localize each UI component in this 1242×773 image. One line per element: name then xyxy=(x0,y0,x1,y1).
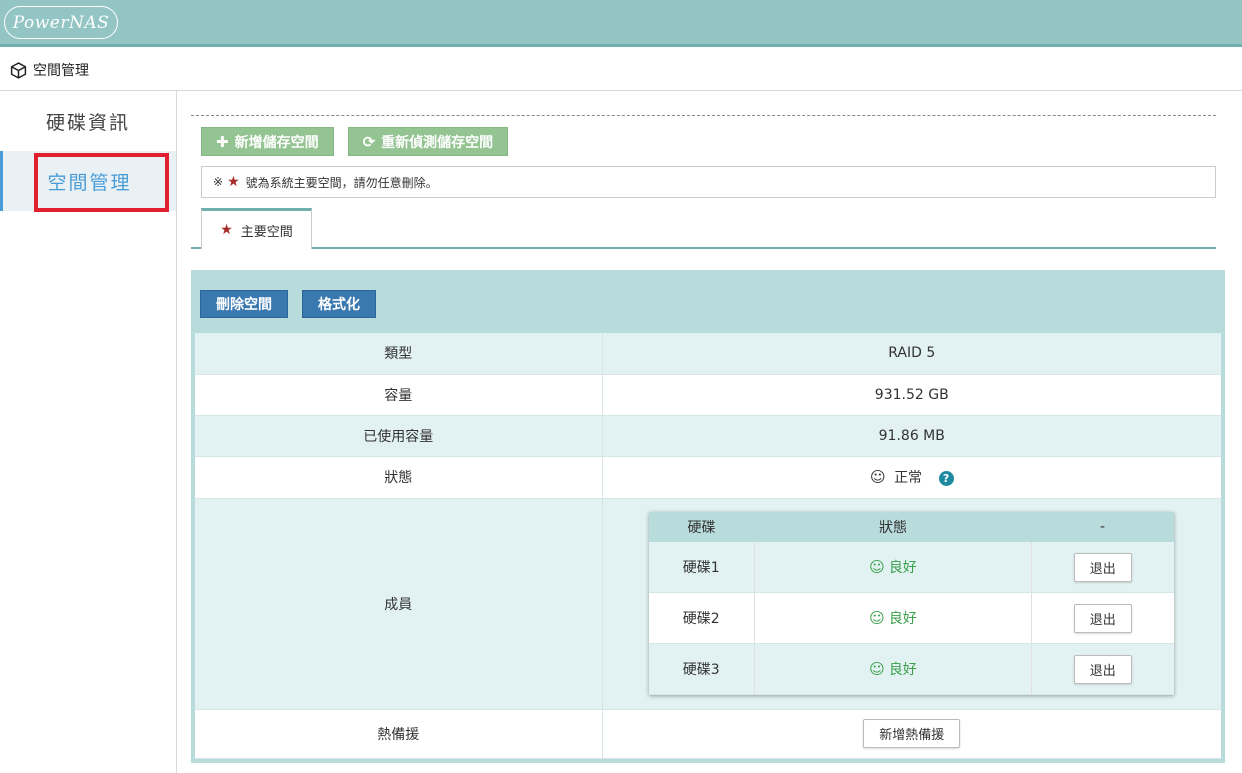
member-disk: 硬碟2 xyxy=(648,592,755,645)
member-row: 硬碟3 ☺ 良好 退出 xyxy=(648,643,1174,696)
rescan-storage-button[interactable]: ⟳ 重新偵測儲存空間 xyxy=(347,127,509,156)
members-header-row: 硬碟 狀態 - xyxy=(648,511,1174,542)
member-status-text: 良好 xyxy=(888,662,917,679)
sidebar-item-space-management[interactable]: 空間管理 xyxy=(0,151,176,212)
members-header-action: - xyxy=(1031,511,1174,542)
add-hotspare-button[interactable]: 新增熱備援 xyxy=(863,719,961,748)
member-status: ☺ 良好 xyxy=(754,643,1032,696)
member-status-text: 良好 xyxy=(888,560,917,576)
exit-button[interactable]: 退出 xyxy=(1073,603,1132,633)
type-label: 類型 xyxy=(195,333,603,375)
members-label: 成員 xyxy=(195,498,603,710)
members-header-status: 狀態 xyxy=(754,511,1032,542)
refresh-icon: ⟳ xyxy=(362,132,376,151)
sidebar-item-disk-info[interactable]: 硬碟資訊 xyxy=(0,91,176,151)
table-row: 類型 RAID 5 xyxy=(195,333,1221,375)
star-icon: ★ xyxy=(227,174,240,190)
member-disk: 硬碟1 xyxy=(648,541,755,594)
add-storage-button[interactable]: ✚ 新增儲存空間 xyxy=(201,127,334,156)
powernas-logo[interactable]: PowerNAS xyxy=(4,6,118,39)
exit-button[interactable]: 退出 xyxy=(1073,552,1132,582)
delete-space-button[interactable]: 刪除空間 xyxy=(200,290,288,318)
panel-actions: 刪除空間 格式化 xyxy=(200,290,376,318)
member-status-text: 良好 xyxy=(888,611,917,628)
page-title: 空間管理 xyxy=(33,63,89,79)
used-capacity-value: 91.86 MB xyxy=(602,415,1221,457)
add-storage-label: 新增儲存空間 xyxy=(234,134,319,151)
members-header-disk: 硬碟 xyxy=(648,511,755,542)
member-row: 硬碟2 ☺ 良好 退出 xyxy=(648,592,1174,645)
breadcrumb: 空間管理 xyxy=(0,50,1242,91)
table-row: 已使用容量 91.86 MB xyxy=(195,415,1221,457)
smile-icon: ☺ xyxy=(869,468,886,486)
space-info-table: 類型 RAID 5 容量 931.52 GB 已使用容量 91.86 MB 狀態… xyxy=(195,333,1221,759)
storage-toolbar: ✚ 新增儲存空間 ⟳ 重新偵測儲存空間 xyxy=(201,127,1216,156)
status-cell: ☺ 正常 ? xyxy=(602,456,1221,499)
notice-box: ※ ★ 號為系統主要空間，請勿任意刪除。 xyxy=(201,166,1216,198)
member-action-cell: 退出 xyxy=(1031,643,1174,696)
smile-icon: ☺ xyxy=(869,558,885,576)
member-status: ☺ 良好 xyxy=(754,541,1032,594)
capacity-value: 931.52 GB xyxy=(602,374,1221,416)
dashed-divider xyxy=(191,91,1216,116)
smile-icon: ☺ xyxy=(869,609,885,628)
member-action-cell: 退出 xyxy=(1031,541,1174,594)
type-value: RAID 5 xyxy=(602,333,1221,375)
star-icon: ★ xyxy=(220,222,233,238)
table-row: 成員 硬碟 狀態 - 硬碟1 ☺ 良好 退出 硬碟2 ☺ 良好 退出 硬碟3 ☺… xyxy=(195,498,1221,710)
space-tabs: ★ 主要空間 xyxy=(191,208,1216,249)
table-row: 容量 931.52 GB xyxy=(195,374,1221,416)
tab-main-space[interactable]: ★ 主要空間 xyxy=(201,208,312,249)
member-disk: 硬碟3 xyxy=(648,643,755,696)
status-value: 正常 xyxy=(894,470,923,486)
status-label: 狀態 xyxy=(195,456,603,499)
space-detail-panel: 刪除空間 格式化 類型 RAID 5 容量 931.52 GB 已使用容量 91… xyxy=(191,270,1225,763)
rescan-storage-label: 重新偵測儲存空間 xyxy=(381,134,494,151)
member-row: 硬碟1 ☺ 良好 退出 xyxy=(648,541,1174,594)
plus-icon: ✚ xyxy=(216,132,229,151)
hotspare-label: 熱備援 xyxy=(195,709,603,759)
member-status: ☺ 良好 xyxy=(754,592,1032,645)
members-cell: 硬碟 狀態 - 硬碟1 ☺ 良好 退出 硬碟2 ☺ 良好 退出 硬碟3 ☺ 良好… xyxy=(602,498,1221,710)
cube-icon xyxy=(10,61,27,79)
tab-label: 主要空間 xyxy=(240,224,293,240)
notice-text: 號為系統主要空間，請勿任意刪除。 xyxy=(245,175,438,190)
help-icon[interactable]: ? xyxy=(938,470,954,486)
exit-button[interactable]: 退出 xyxy=(1073,654,1132,684)
table-row: 狀態 ☺ 正常 ? xyxy=(195,456,1221,499)
capacity-label: 容量 xyxy=(195,374,603,416)
table-row: 熱備援 新增熱備援 xyxy=(195,709,1221,759)
top-header: PowerNAS xyxy=(0,0,1242,47)
smile-icon: ☺ xyxy=(869,660,885,679)
members-table: 硬碟 狀態 - 硬碟1 ☺ 良好 退出 硬碟2 ☺ 良好 退出 硬碟3 ☺ 良好… xyxy=(648,511,1174,696)
format-button[interactable]: 格式化 xyxy=(302,290,376,318)
sidebar-item-label: 硬碟資訊 xyxy=(45,111,130,134)
main-content: ✚ 新增儲存空間 ⟳ 重新偵測儲存空間 ※ ★ 號為系統主要空間，請勿任意刪除。… xyxy=(191,91,1216,249)
used-capacity-label: 已使用容量 xyxy=(195,415,603,457)
sidebar-item-label: 空間管理 xyxy=(47,171,132,194)
hotspare-cell: 新增熱備援 xyxy=(602,709,1221,759)
member-action-cell: 退出 xyxy=(1031,592,1174,645)
notice-prefix: ※ xyxy=(213,175,224,189)
sidebar: 硬碟資訊 空間管理 xyxy=(0,91,177,773)
